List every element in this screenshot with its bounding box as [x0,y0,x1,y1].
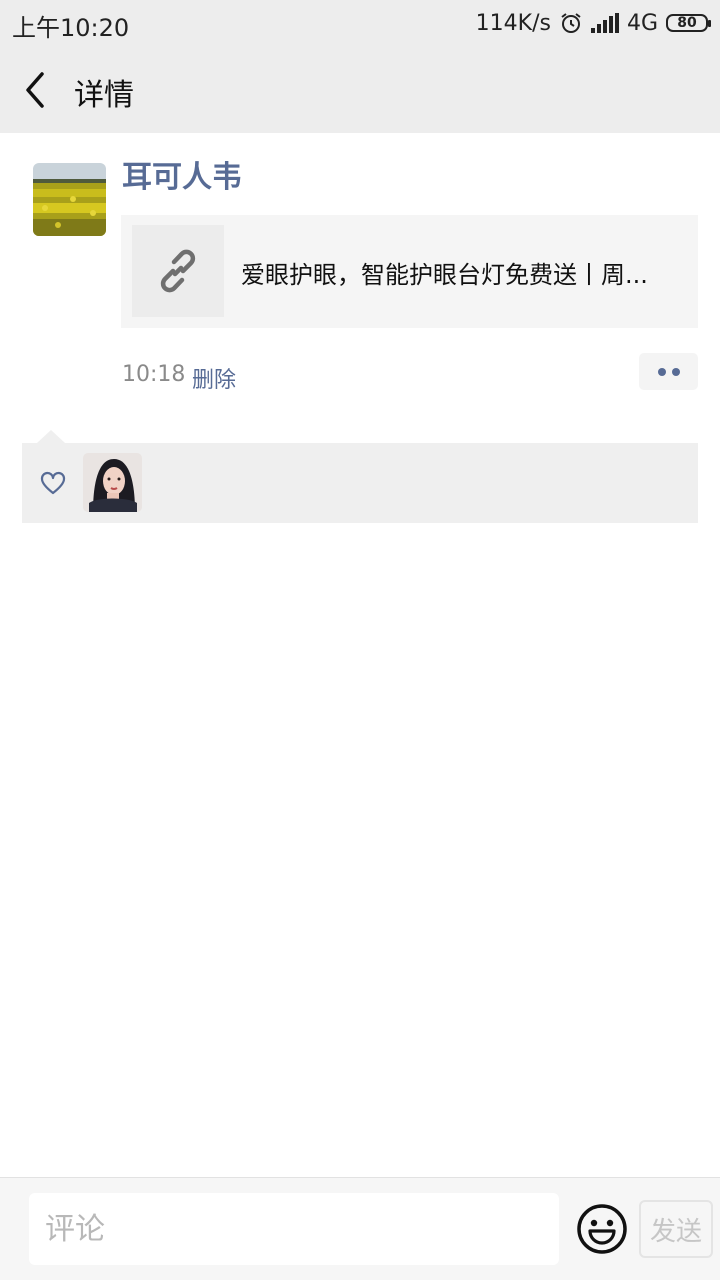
dot-icon [671,367,680,376]
heart-icon [40,471,66,495]
liker-avatar[interactable] [83,453,142,512]
smiley-icon [577,1204,627,1254]
status-icons: 114K/s 4G 80 [475,8,711,38]
more-options-button[interactable] [639,353,698,390]
delete-button[interactable]: 删除 [192,362,236,394]
back-button[interactable] [18,68,58,112]
send-button[interactable]: 发送 [639,1200,713,1258]
post-time: 10:18 [122,362,186,387]
liker-avatar-image [83,453,142,512]
nav-bar: 详情 [0,46,720,133]
chevron-left-icon [26,72,44,108]
battery-icon: 80 [666,14,711,32]
avatar-image [33,163,106,236]
author-avatar[interactable] [33,163,106,236]
page-title: 详情 [74,78,134,113]
likes-pointer [37,430,65,443]
alarm-icon [561,13,581,33]
link-title: 爱眼护眼，智能护眼台灯免费送丨周... [241,261,648,289]
status-bar: 上午10:20 114K/s 4G 80 [0,0,720,46]
emoji-button[interactable] [576,1203,628,1255]
net-speed: 114K/s [475,10,551,36]
link-icon [160,249,196,293]
network-type: 4G [626,10,658,36]
status-time: 上午10:20 [12,14,130,42]
author-name[interactable]: 耳可人韦 [122,152,242,196]
comment-input[interactable] [29,1193,559,1265]
link-card[interactable]: 爱眼护眼，智能护眼台灯免费送丨周... [121,215,698,328]
signal-icon [590,13,619,33]
link-thumbnail [132,225,224,317]
likes-section [22,443,698,523]
comment-bar: 发送 [0,1177,720,1280]
dot-icon [657,367,666,376]
